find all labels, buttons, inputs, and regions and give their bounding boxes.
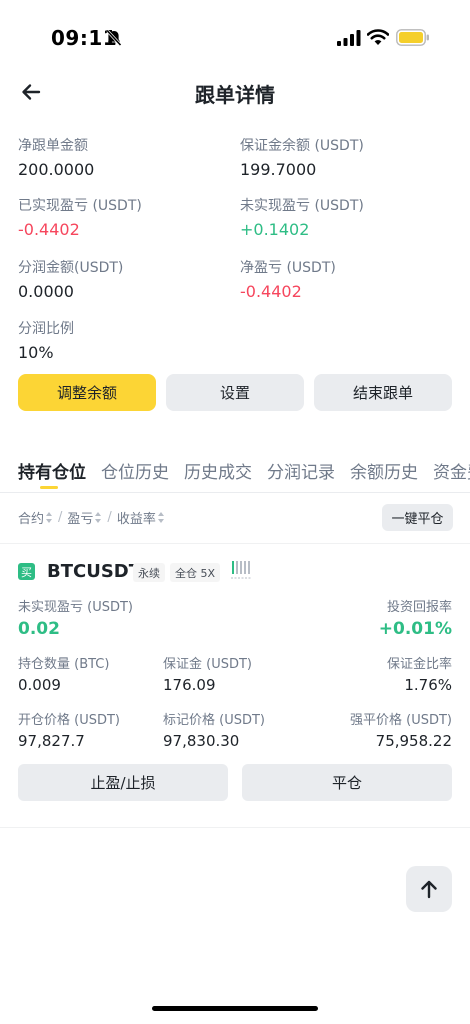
status-bar: 09:11 — [0, 0, 470, 76]
separator: / — [107, 510, 112, 525]
arrow-up-icon — [421, 880, 437, 899]
stat-profit-share-amount: 分润金额(USDT) 0.0000 — [18, 257, 123, 301]
perpetual-tag: 永续 — [133, 563, 165, 582]
stat-value: 200.0000 — [18, 160, 95, 179]
sort-row: 合约 / 盈亏 / 收益率 — [18, 508, 165, 527]
home-indicator — [152, 1006, 318, 1011]
tab-profit-share-records[interactable]: 分润记录 — [267, 458, 335, 483]
position-size-value: 0.009 — [18, 676, 61, 694]
sort-pnl-label: 盈亏 — [67, 512, 94, 527]
unrealized-pnl-label: 未实现盈亏 (USDT) — [18, 600, 133, 615]
tab-bar: 持有仓位 仓位历史 历史成交 分润记录 余额历史 资金费 — [0, 458, 470, 492]
stat-label: 未实现盈亏 (USDT) — [240, 198, 364, 214]
stat-value: +0.1402 — [240, 220, 310, 239]
stat-value: 199.7000 — [240, 160, 317, 179]
signal-icon — [337, 30, 361, 46]
stat-net-pnl: 净盈亏 (USDT) -0.4402 — [240, 257, 336, 301]
liquidation-price-value: 75,958.22 — [375, 732, 452, 750]
bell-muted-icon — [106, 29, 122, 47]
roi-label: 投资回报率 — [386, 600, 452, 615]
stat-label: 分润金额(USDT) — [18, 260, 124, 276]
margin-ratio-label: 保证金比率 — [386, 657, 452, 672]
tab-position-history[interactable]: 仓位历史 — [101, 458, 169, 483]
mark-price-value: 97,830.30 — [163, 732, 240, 750]
nav-bar: 跟单详情 — [0, 72, 470, 112]
tab-balance-history[interactable]: 余额历史 — [350, 458, 418, 483]
sort-by-roi[interactable]: 收益率 — [117, 508, 165, 527]
liquidation-price-label: 强平价格 (USDT) — [350, 713, 452, 728]
sort-by-pnl[interactable]: 盈亏 — [67, 508, 102, 527]
divider — [0, 543, 470, 544]
divider — [0, 492, 470, 493]
close-position-button[interactable]: 平仓 — [242, 764, 452, 801]
stat-value: 10% — [18, 343, 54, 362]
sort-icon — [157, 512, 165, 523]
tp-sl-button[interactable]: 止盈/止损 — [18, 764, 228, 801]
sort-icon — [46, 512, 53, 523]
stat-value: -0.4402 — [18, 220, 80, 239]
separator: / — [58, 510, 63, 525]
divider — [0, 827, 470, 828]
stat-label: 分润比例 — [18, 321, 74, 337]
stat-value: 0.0000 — [18, 282, 74, 301]
roi-value: +0.01% — [378, 619, 452, 639]
stat-profit-share-ratio: 分润比例 10% — [18, 318, 74, 362]
stat-label: 净盈亏 (USDT) — [240, 260, 336, 276]
adl-indicator-icon — [231, 561, 251, 579]
sort-contract-label: 合约 — [18, 512, 45, 527]
position-symbol[interactable]: BTCUSDT — [47, 561, 141, 582]
sort-by-contract[interactable]: 合约 — [18, 508, 53, 527]
scroll-to-top-button[interactable] — [406, 866, 452, 912]
stat-label: 已实现盈亏 (USDT) — [18, 198, 142, 214]
mark-price-label: 标记价格 (USDT) — [163, 713, 265, 728]
settings-button[interactable]: 设置 — [166, 374, 304, 411]
margin-mode-tag[interactable]: 全仓 5X — [170, 563, 221, 582]
sort-roi-label: 收益率 — [116, 512, 156, 527]
wifi-icon — [367, 29, 389, 45]
end-copy-button[interactable]: 结束跟单 — [314, 374, 452, 411]
unrealized-pnl-value: 0.02 — [18, 619, 60, 639]
adjust-balance-button[interactable]: 调整余额 — [18, 374, 156, 411]
entry-price-value: 97,827.7 — [18, 732, 85, 750]
tab-open-positions[interactable]: 持有仓位 — [18, 458, 86, 483]
entry-price-label: 开仓价格 (USDT) — [18, 713, 120, 728]
position-size-label: 持仓数量 (BTC) — [18, 657, 110, 672]
stat-margin-balance: 保证金余额 (USDT) 199.7000 — [240, 135, 364, 179]
page-title: 跟单详情 — [195, 83, 275, 107]
stat-label: 保证金余额 (USDT) — [240, 138, 364, 154]
buy-side-badge: 买 — [18, 563, 35, 580]
stat-label: 净跟单金额 — [18, 138, 88, 154]
active-tab-indicator — [40, 486, 58, 489]
stat-unrealized-pnl: 未实现盈亏 (USDT) +0.1402 — [240, 195, 364, 239]
stat-net-copy-amount: 净跟单金额 200.0000 — [18, 135, 94, 179]
margin-label: 保证金 (USDT) — [163, 657, 252, 672]
close-all-button[interactable]: 一键平仓 — [382, 504, 453, 531]
tab-funding-fee[interactable]: 资金费 — [433, 458, 470, 483]
margin-value: 176.09 — [163, 676, 216, 694]
margin-ratio-value: 1.76% — [404, 676, 452, 694]
sort-icon — [95, 512, 102, 523]
tab-trade-history[interactable]: 历史成交 — [184, 458, 252, 483]
battery-icon — [396, 29, 429, 46]
stat-value: -0.4402 — [240, 282, 302, 301]
stat-realized-pnl: 已实现盈亏 (USDT) -0.4402 — [18, 195, 142, 239]
